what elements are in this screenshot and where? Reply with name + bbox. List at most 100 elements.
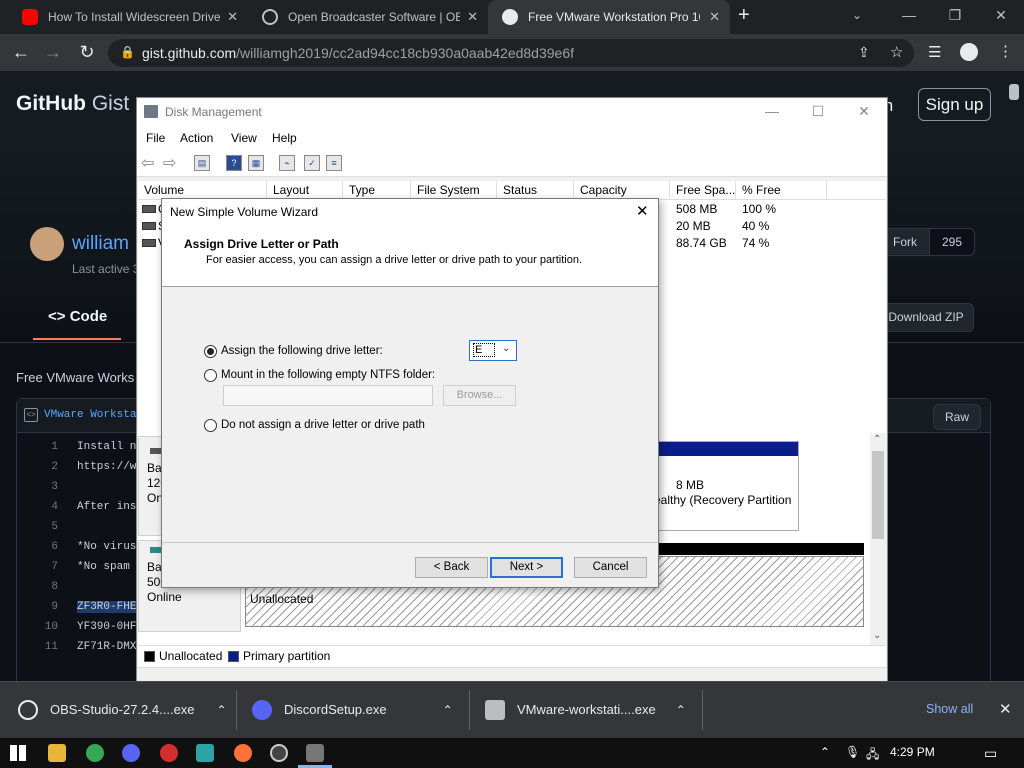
line-number[interactable]: 5	[40, 521, 58, 533]
checklist-icon[interactable]: ✓	[304, 155, 320, 171]
fork-button[interactable]: Fork	[882, 228, 930, 256]
download-item-obs[interactable]: OBS-Studio-27.2.4....exe ⌃	[18, 681, 227, 738]
wizard-title: New Simple Volume Wizard	[170, 205, 319, 219]
sign-up-button[interactable]: Sign up	[918, 88, 991, 121]
app-icon[interactable]	[196, 744, 214, 762]
tab-code[interactable]: <> Code	[48, 308, 107, 325]
close-downloads-icon[interactable]: ✕	[999, 700, 1012, 718]
line-number[interactable]: 10	[40, 621, 58, 633]
back-icon[interactable]: ⇦	[141, 153, 154, 173]
line-number[interactable]: 1	[40, 441, 58, 453]
page-scrollbar[interactable]	[1009, 84, 1019, 100]
recorder-icon[interactable]	[160, 744, 178, 762]
close-window-icon[interactable]: ✕	[978, 0, 1024, 34]
show-all-button[interactable]: Show all	[926, 702, 973, 716]
back-arrow-icon[interactable]: ←	[10, 42, 32, 64]
line-number[interactable]: 2	[40, 461, 58, 473]
avatar[interactable]	[30, 227, 64, 261]
forward-icon[interactable]: ⇨	[163, 153, 176, 173]
connect-disk-icon[interactable]: ⌁	[279, 155, 295, 171]
download-item-discord[interactable]: DiscordSetup.exe ⌃	[252, 681, 453, 738]
scroll-down-icon[interactable]: ⌄	[873, 630, 881, 641]
folder-path-field[interactable]	[223, 385, 433, 406]
column-percent-free[interactable]: % Free	[736, 181, 827, 200]
reload-icon[interactable]: ↻	[76, 42, 98, 64]
restore-icon[interactable]: ❐	[932, 0, 978, 34]
properties-icon[interactable]: ▦	[248, 155, 264, 171]
chrome-icon[interactable]	[86, 744, 104, 762]
console-tree-icon[interactable]: ▤	[194, 155, 210, 171]
dm-maximize-icon[interactable]: ☐	[795, 98, 841, 127]
close-tab-icon[interactable]: ✕	[467, 9, 478, 25]
gist-owner-link[interactable]: william	[72, 233, 129, 255]
radio-no-letter-label[interactable]: Do not assign a drive letter or drive pa…	[221, 419, 425, 431]
menu-action[interactable]: Action	[180, 131, 213, 145]
line-number[interactable]: 7	[40, 561, 58, 573]
radio-assign-letter-label[interactable]: Assign the following drive letter:	[221, 345, 383, 357]
scrollbar-thumb[interactable]	[872, 451, 884, 539]
share-icon[interactable]: ⇪	[858, 44, 870, 61]
firefox-icon[interactable]	[234, 744, 252, 762]
radio-mount-folder[interactable]	[204, 369, 217, 382]
github-gist-logo[interactable]: GitHub Gist	[16, 92, 129, 116]
microphone-icon[interactable]: 🎙	[845, 745, 860, 759]
raw-button[interactable]: Raw	[933, 404, 981, 430]
browse-button[interactable]: Browse...	[443, 385, 516, 406]
line-number[interactable]: 4	[40, 501, 58, 513]
column-free-space[interactable]: Free Spa...	[670, 181, 736, 200]
scroll-up-icon[interactable]: ⌃	[873, 434, 881, 445]
back-button[interactable]: < Back	[415, 557, 488, 578]
close-tab-icon[interactable]: ✕	[227, 9, 238, 25]
next-button[interactable]: Next >	[490, 557, 563, 578]
wizard-close-icon[interactable]: ✕	[636, 202, 649, 220]
bookmark-star-icon[interactable]: ☆	[890, 43, 903, 61]
kebab-menu-icon[interactable]: ⋮	[998, 42, 1013, 60]
line-number[interactable]: 11	[40, 641, 58, 653]
radio-assign-letter[interactable]	[204, 345, 217, 358]
forward-arrow-icon[interactable]: →	[42, 42, 64, 64]
notifications-icon[interactable]: ▭	[984, 745, 997, 762]
settings-list-icon[interactable]: ≡	[326, 155, 342, 171]
line-number[interactable]: 8	[40, 581, 58, 593]
chevron-up-icon[interactable]: ⌃	[676, 703, 686, 717]
file-explorer-icon[interactable]	[48, 744, 66, 762]
media-control-icon[interactable]: ☰	[928, 43, 941, 61]
tab-search-icon[interactable]: ⌄	[852, 8, 862, 22]
menu-file[interactable]: File	[146, 131, 165, 145]
taskbar-clock[interactable]: 4:29 PM	[890, 745, 935, 759]
download-zip-button[interactable]: Download ZIP	[878, 303, 974, 332]
obs-taskbar-icon[interactable]	[270, 744, 288, 762]
fork-count[interactable]: 295	[929, 228, 975, 256]
browser-tab-youtube[interactable]: How To Install Widescreen Driver ✕	[8, 0, 248, 34]
primary-partition-bar	[651, 442, 798, 456]
menu-help[interactable]: Help	[272, 131, 297, 145]
radio-mount-folder-label[interactable]: Mount in the following empty NTFS folder…	[221, 369, 435, 381]
new-tab-button[interactable]: +	[738, 4, 750, 27]
chevron-up-icon[interactable]: ⌃	[443, 703, 453, 717]
dm-minimize-icon[interactable]: —	[749, 98, 795, 127]
profile-icon[interactable]	[960, 43, 978, 61]
dm-close-icon[interactable]: ✕	[841, 98, 887, 127]
windows-start-icon[interactable]	[10, 745, 26, 761]
radio-no-letter[interactable]	[204, 419, 217, 432]
browser-tab-github[interactable]: Free VMware Workstation Pro 16 ✕	[488, 0, 730, 34]
download-item-vmware[interactable]: VMware-workstati....exe ⌃	[485, 681, 686, 738]
disk-management-taskbar-icon[interactable]	[306, 744, 324, 762]
discord-taskbar-icon[interactable]	[122, 744, 140, 762]
help-icon[interactable]: ?	[226, 155, 242, 171]
browser-tab-obs[interactable]: Open Broadcaster Software | OBS ✕	[248, 0, 488, 34]
line-number[interactable]: 9	[40, 601, 58, 613]
file-name-link[interactable]: VMware Worksta	[44, 409, 136, 421]
line-number[interactable]: 3	[40, 481, 58, 493]
lock-icon[interactable]: 🔒	[120, 45, 135, 59]
cancel-button[interactable]: Cancel	[574, 557, 647, 578]
code-line: ZF71R-DMX	[77, 641, 137, 653]
menu-view[interactable]: View	[231, 131, 257, 145]
close-tab-icon[interactable]: ✕	[709, 9, 720, 25]
line-number[interactable]: 6	[40, 541, 58, 553]
network-icon[interactable]: 🖧	[866, 745, 879, 766]
download-name: DiscordSetup.exe	[284, 702, 387, 717]
show-hidden-icons-icon[interactable]: ⌃	[820, 745, 830, 759]
chevron-up-icon[interactable]: ⌃	[217, 703, 227, 717]
minimize-icon[interactable]: —	[886, 0, 932, 34]
